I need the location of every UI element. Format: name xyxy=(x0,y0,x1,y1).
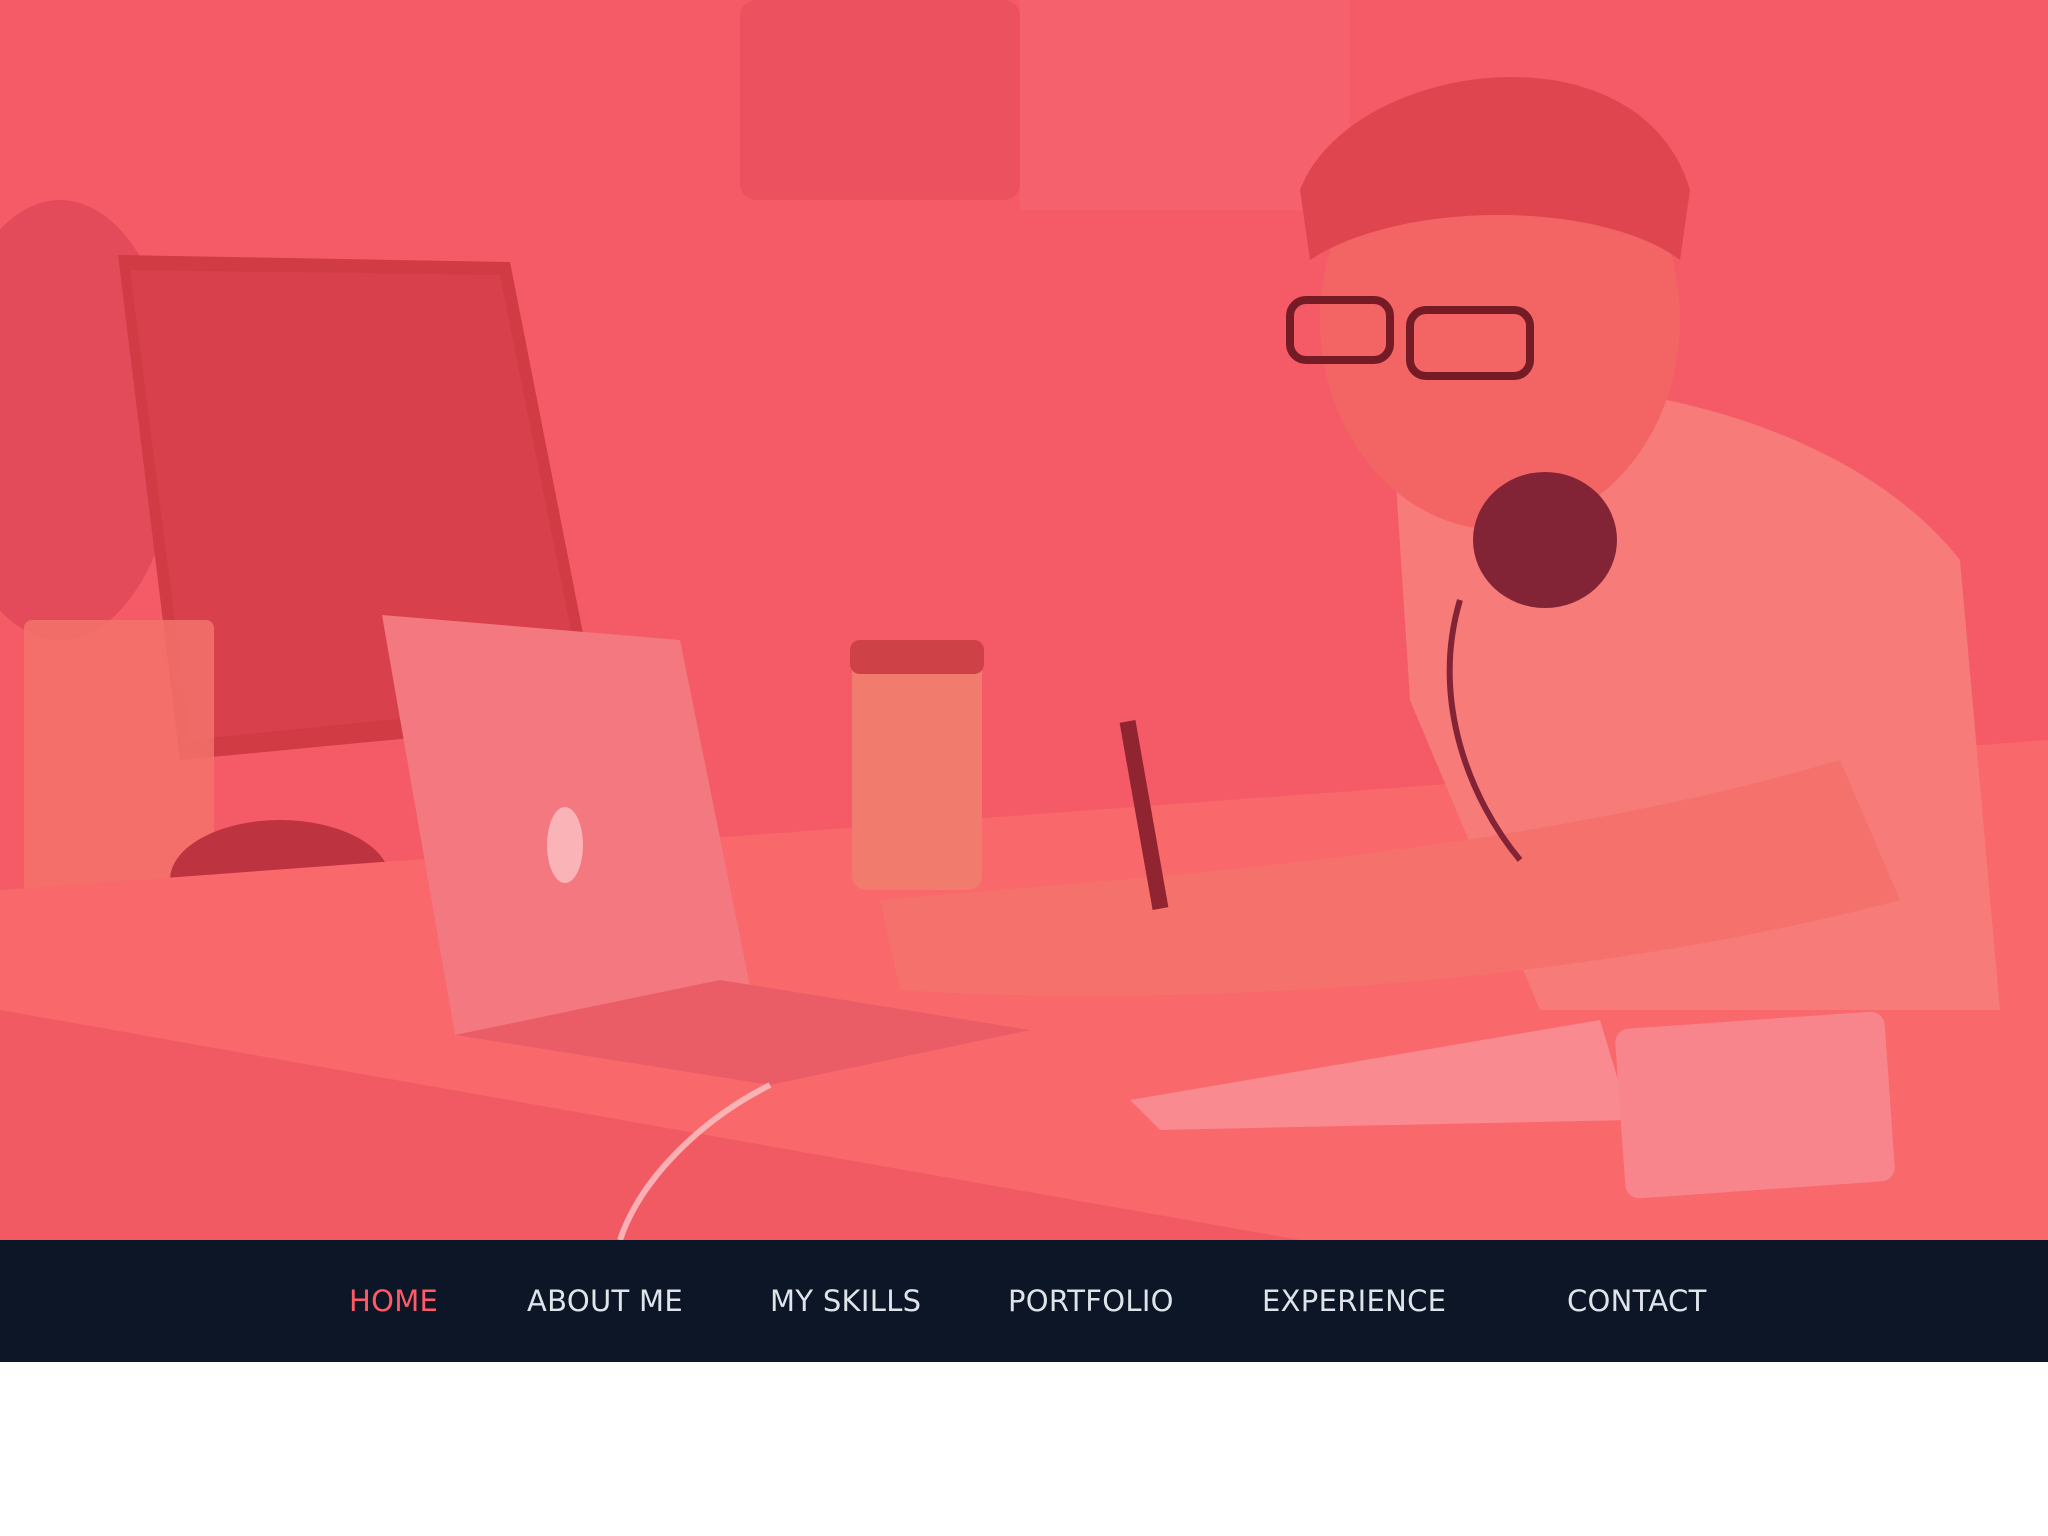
page-content-area xyxy=(0,1362,2048,1536)
hero-photo xyxy=(0,0,2048,1240)
nav-portfolio[interactable]: PORTFOLIO xyxy=(1008,1240,1174,1362)
nav-contact[interactable]: CONTACT xyxy=(1567,1240,1707,1362)
nav-experience[interactable]: EXPERIENCE xyxy=(1262,1240,1446,1362)
main-navbar: HOME ABOUT ME MY SKILLS PORTFOLIO EXPERI… xyxy=(0,1240,2048,1362)
nav-home[interactable]: HOME xyxy=(349,1240,438,1362)
nav-about-me[interactable]: ABOUT ME xyxy=(527,1240,683,1362)
nav-my-skills[interactable]: MY SKILLS xyxy=(770,1240,921,1362)
hero-section xyxy=(0,0,2048,1240)
